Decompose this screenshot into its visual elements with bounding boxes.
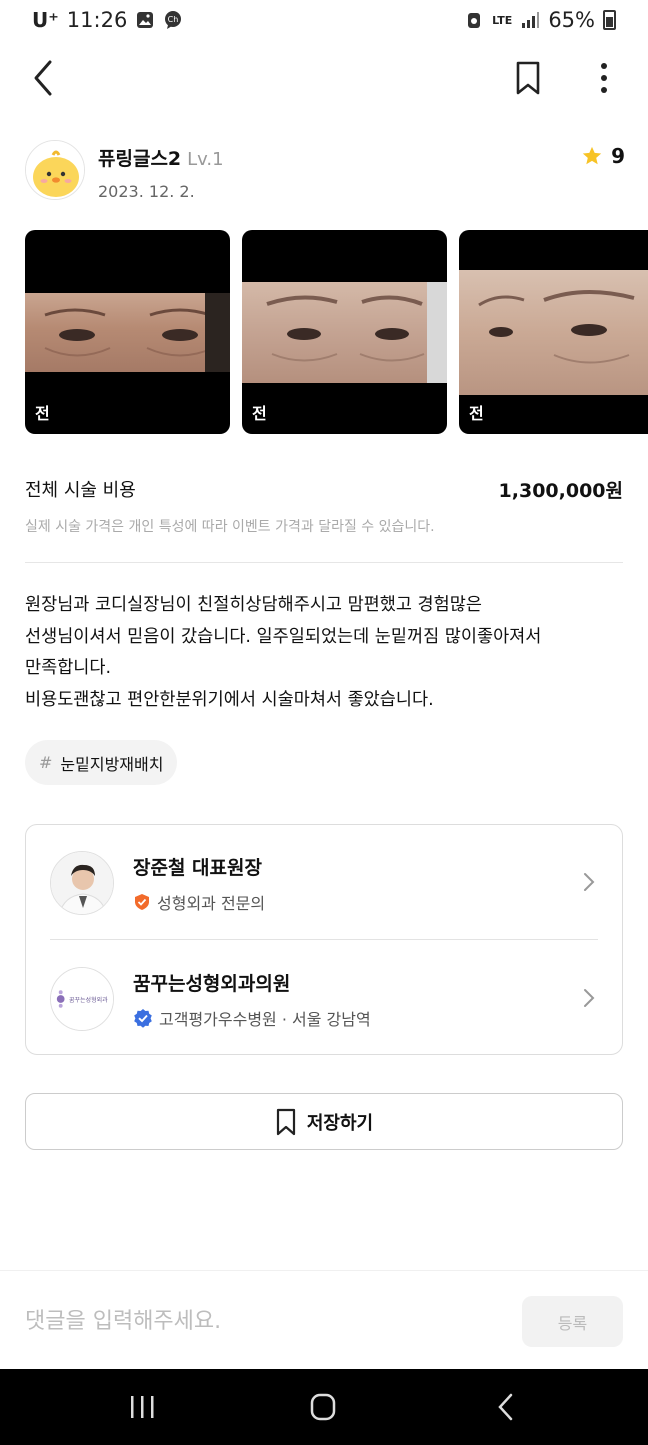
top-bar <box>0 50 648 106</box>
author-level: Lv.1 <box>187 149 224 170</box>
photo-caption: 전 <box>35 404 50 423</box>
recycle-icon <box>468 13 481 28</box>
system-nav-bar <box>0 1369 648 1445</box>
photo-image <box>242 282 447 383</box>
chat-icon: Ch <box>165 11 182 29</box>
post-date: 2023. 12. 2. <box>98 182 195 201</box>
chevron-right-icon <box>584 989 595 1007</box>
back-icon[interactable] <box>28 58 60 98</box>
photo-caption: 전 <box>252 404 267 423</box>
divider <box>25 562 623 563</box>
signal-icon <box>522 12 540 28</box>
cost-value: 1,300,000원 <box>498 480 623 502</box>
doctor-row[interactable]: 장준철 대표원장 성형외과 전문의 <box>26 825 622 940</box>
status-bar: U⁺ 11:26 Ch LTE 65% <box>0 0 648 44</box>
author-row: 퓨링글스2 Lv.1 2023. 12. 2. 9 <box>25 140 625 202</box>
battery-label: 65% <box>548 8 595 32</box>
photo-item[interactable]: 전 <box>459 230 648 434</box>
svg-text:Ch: Ch <box>168 15 179 24</box>
clinic-name: 꿈꾸는성형외과의원 <box>133 973 291 995</box>
bookmark-icon <box>276 1108 295 1135</box>
clock: 11:26 <box>66 8 128 32</box>
battery-icon <box>603 10 616 30</box>
comment-input[interactable] <box>25 1301 495 1341</box>
doctor-photo-icon <box>51 852 113 914</box>
doctor-clinic-card: 장준철 대표원장 성형외과 전문의 꿈꾸는성형외과 꿈꾸는성형외과의원 고객평가… <box>25 824 623 1055</box>
comment-bar: 등록 <box>0 1270 648 1369</box>
clinic-logo-text: 꿈꾸는성형외과 <box>69 997 108 1004</box>
specialist-badge-icon <box>135 894 149 910</box>
bookmark-icon[interactable] <box>512 60 544 96</box>
doctor-avatar <box>50 851 114 915</box>
procedure-tag[interactable]: # 눈밑지방재배치 <box>25 740 178 785</box>
rating-value: 9 <box>611 144 625 168</box>
hash-icon: # <box>39 753 53 772</box>
cost-note: 실제 시술 가격은 개인 특성에 따라 이벤트 가격과 달라질 수 있습니다. <box>25 519 435 535</box>
carrier-label: U⁺ <box>32 8 59 32</box>
clinic-row[interactable]: 꿈꾸는성형외과 꿈꾸는성형외과의원 고객평가우수병원 · 서울 강남역 <box>26 941 622 1056</box>
save-button-label: 저장하기 <box>306 1112 374 1134</box>
save-button[interactable]: 저장하기 <box>25 1093 623 1150</box>
clinic-logo: 꿈꾸는성형외과 <box>50 967 114 1031</box>
review-text: 원장님과 코디실장님이 친절히상담해주시고 맘편했고 경험많은 선생님이셔서 믿… <box>25 595 542 710</box>
doctor-specialty: 성형외과 전문의 <box>133 890 265 914</box>
author-nickname: 퓨링글스2 <box>98 148 182 170</box>
chick-avatar-icon <box>26 141 84 199</box>
clinic-info-label: 고객평가우수병원 · 서울 강남역 <box>159 1010 371 1029</box>
photo-image <box>25 293 230 372</box>
photo-caption: 전 <box>469 404 484 423</box>
card-divider <box>50 939 598 940</box>
chevron-right-icon <box>584 873 595 891</box>
more-options-icon[interactable] <box>590 58 618 98</box>
gallery-icon <box>137 12 154 28</box>
photo-item[interactable]: 전 <box>25 230 230 434</box>
rating: 9 <box>581 144 625 168</box>
network-label: LTE <box>492 13 513 27</box>
doctor-name: 장준철 대표원장 <box>133 857 262 879</box>
photo-image <box>459 270 648 395</box>
doctor-specialty-label: 성형외과 전문의 <box>157 894 266 913</box>
verified-badge-icon <box>134 1009 152 1028</box>
photo-item[interactable]: 전 <box>242 230 447 434</box>
recent-apps-icon[interactable] <box>122 1391 162 1423</box>
back-nav-icon[interactable] <box>486 1391 526 1423</box>
home-icon[interactable] <box>303 1391 343 1423</box>
submit-comment-button[interactable]: 등록 <box>522 1296 623 1347</box>
clinic-info: 고객평가우수병원 · 서울 강남역 <box>133 1006 371 1030</box>
cost-section: 전체 시술 비용 1,300,000원 실제 시술 가격은 개인 특성에 따라 … <box>25 476 623 536</box>
photo-carousel[interactable]: 전 전 전 <box>25 230 648 436</box>
tag-label: 눈밑지방재배치 <box>60 754 164 774</box>
avatar[interactable] <box>25 140 85 200</box>
author-name[interactable]: 퓨링글스2 Lv.1 <box>98 144 224 171</box>
star-icon <box>582 146 602 165</box>
